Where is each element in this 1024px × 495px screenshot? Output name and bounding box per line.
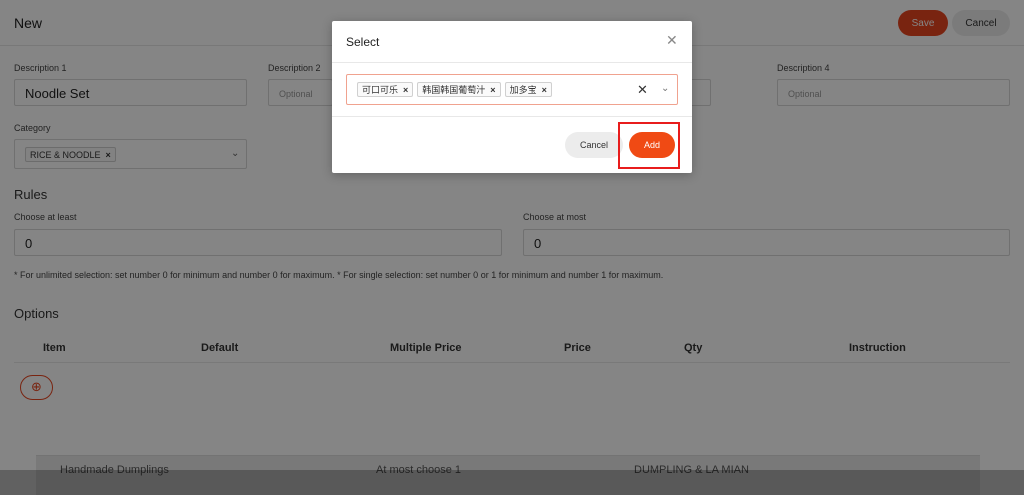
add-button-highlight bbox=[618, 122, 680, 169]
chip-label: 可口可乐 bbox=[362, 85, 399, 95]
chip-label: 加多宝 bbox=[509, 85, 537, 95]
modal-cancel-button[interactable]: Cancel bbox=[565, 132, 623, 158]
chip-remove-icon[interactable]: × bbox=[490, 85, 495, 95]
clear-icon[interactable]: ✕ bbox=[637, 82, 648, 98]
close-icon[interactable]: ✕ bbox=[666, 32, 678, 49]
modal-header: Select ✕ bbox=[332, 21, 692, 63]
selected-chip: 可口可乐 × bbox=[357, 82, 414, 97]
select-modal: Select ✕ 可口可乐 × 韩国韩国葡萄汁 × 加多宝 × ✕ ⌄ Canc… bbox=[332, 21, 692, 173]
chip-remove-icon[interactable]: × bbox=[403, 85, 408, 95]
item-multi-select[interactable]: 可口可乐 × 韩国韩国葡萄汁 × 加多宝 × ✕ ⌄ bbox=[346, 74, 678, 105]
selected-chip: 加多宝 × bbox=[504, 82, 552, 97]
chevron-down-icon[interactable]: ⌄ bbox=[661, 83, 669, 94]
chip-label: 韩国韩国葡萄汁 bbox=[422, 85, 486, 95]
selected-chip: 韩国韩国葡萄汁 × bbox=[417, 82, 501, 97]
modal-backdrop-bottom bbox=[0, 470, 1024, 495]
chip-remove-icon[interactable]: × bbox=[542, 85, 547, 95]
modal-title: Select bbox=[346, 35, 380, 49]
